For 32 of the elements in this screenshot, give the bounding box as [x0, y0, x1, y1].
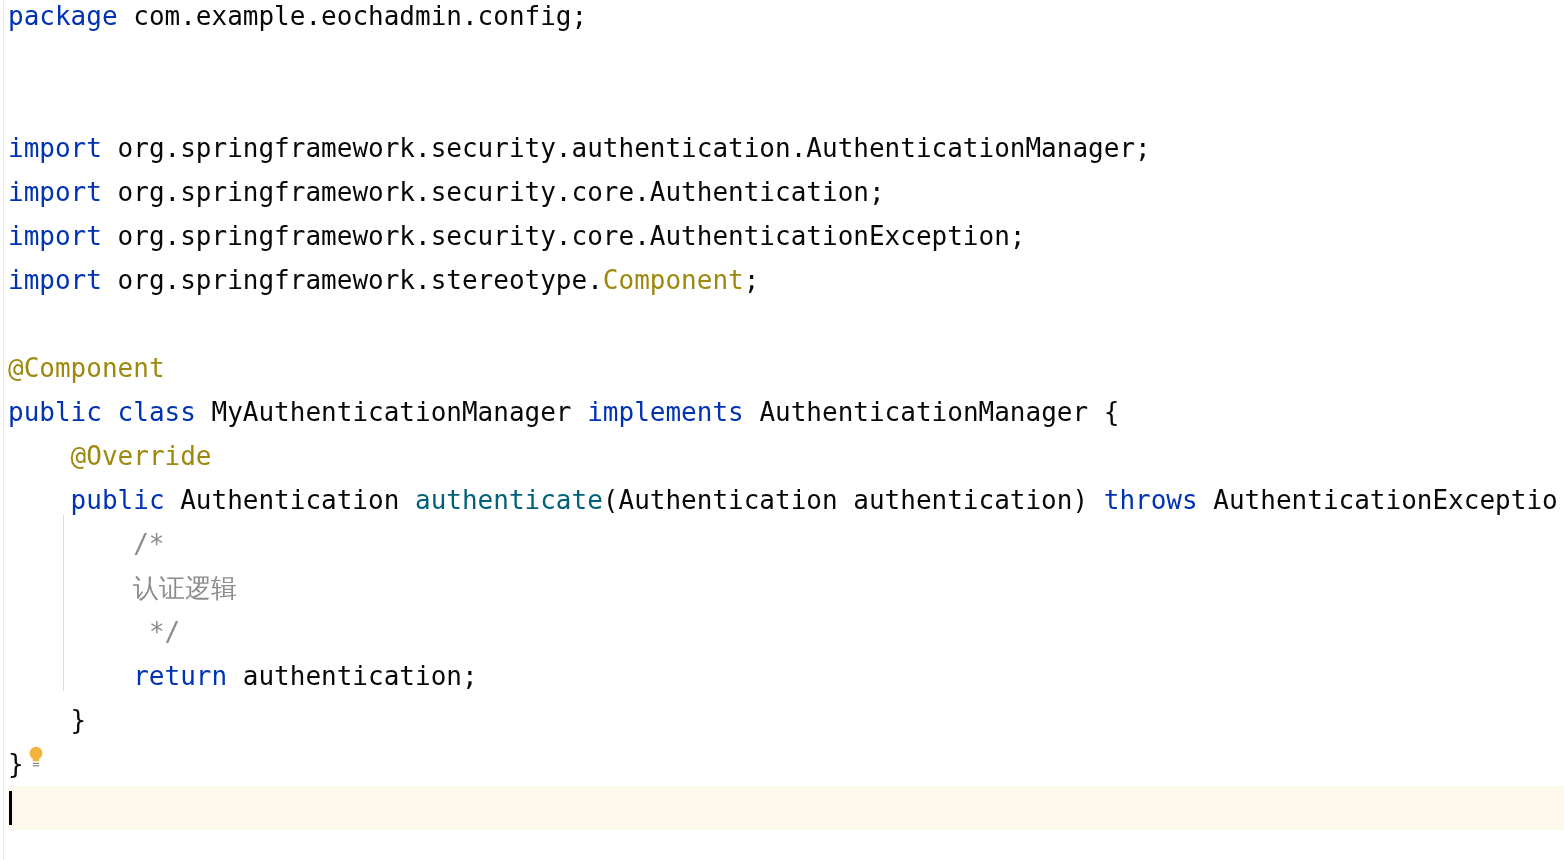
keyword-text: implements: [587, 396, 744, 428]
code-text: AuthenticationExceptio: [1212, 484, 1558, 516]
code-text: MyAuthenticationManager: [210, 396, 573, 428]
method-name: authenticate: [415, 484, 603, 516]
keyword-text: public: [70, 484, 165, 516]
code-text: }: [70, 704, 87, 736]
annotation-text: Component: [602, 264, 744, 296]
keyword-text: public class: [8, 396, 196, 428]
keyword-text: import: [8, 220, 102, 252]
code-text: org.springframework.security.authentication.AuthenticationManager;: [116, 132, 1151, 164]
keyword-text: return: [133, 660, 228, 692]
comment-text: */: [148, 616, 181, 648]
code-text: org.springframework.security.core.AuthenticationException;: [116, 220, 1026, 252]
code-text: org.springframework.stereotype.: [116, 264, 603, 296]
code-text: Authentication: [179, 484, 401, 516]
text-cursor: [9, 791, 12, 825]
annotation-text: @Component: [8, 352, 165, 384]
keyword-text: package: [8, 0, 118, 32]
code-text: authentication;: [241, 660, 478, 692]
keyword-text: import: [8, 176, 102, 208]
code-text: org.springframework.security.core.Authentication;: [116, 176, 885, 208]
code-text: (Authentication authentication): [602, 484, 1090, 516]
keyword-text: import: [8, 264, 102, 296]
annotation-text: @Override: [70, 440, 212, 472]
keyword-text: throws: [1103, 484, 1198, 516]
code-text: com.example.eochadmin.config;: [132, 0, 588, 32]
code-text: AuthenticationManager {: [758, 396, 1120, 428]
comment-text: /*: [133, 528, 165, 560]
code-text: }: [8, 748, 24, 780]
code-text: ;: [743, 264, 760, 296]
keyword-text: import: [8, 132, 102, 164]
comment-text: 认证逻辑: [133, 572, 238, 604]
